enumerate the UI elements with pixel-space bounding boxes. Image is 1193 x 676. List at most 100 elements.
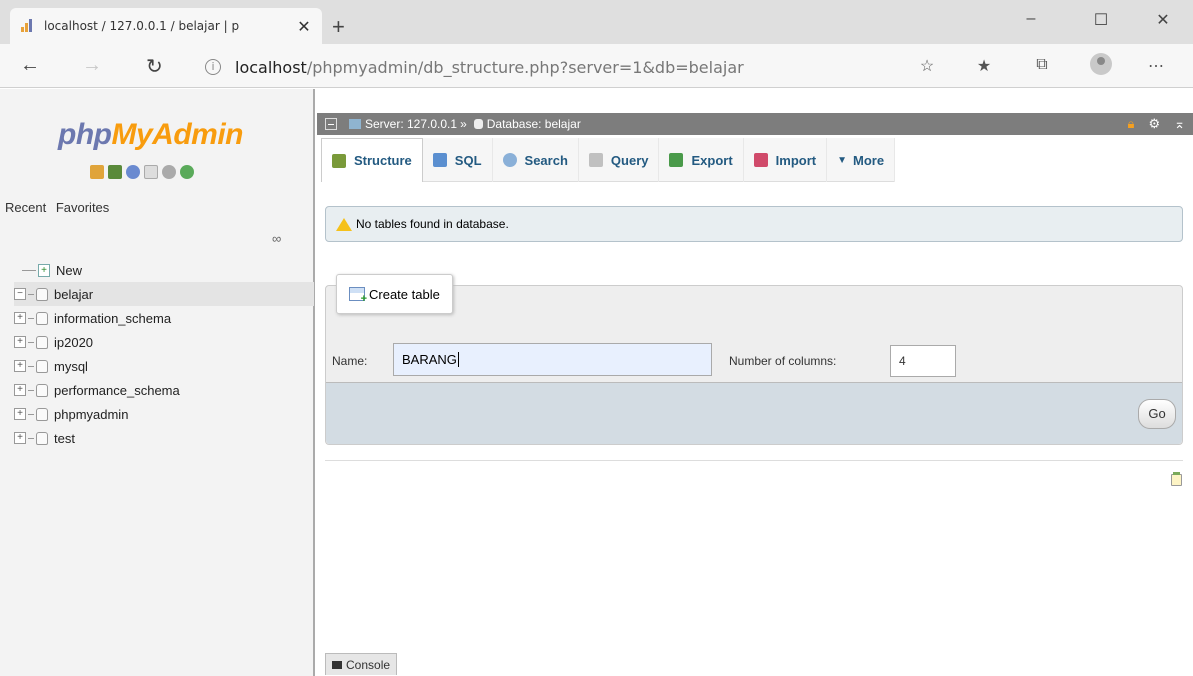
tree-item-label: ip2020 [54, 334, 94, 350]
tab-import[interactable]: Import [744, 138, 828, 182]
tab-label: Export [691, 152, 733, 168]
tab-sql[interactable]: SQL [423, 138, 493, 182]
browser-titlebar: localhost / 127.0.0.1 / belajar | p ✕ + … [0, 0, 1193, 44]
tab-label: Query [610, 152, 649, 168]
database-icon [36, 335, 48, 349]
name-label: Name: [332, 354, 368, 368]
close-window-button[interactable]: ✕ [1140, 10, 1186, 30]
tree-item-mysql[interactable]: + mysql [14, 354, 314, 378]
pin-icon[interactable]: ⌅ [1174, 116, 1185, 132]
expand-icon[interactable]: + [14, 336, 26, 348]
logout-icon[interactable] [108, 165, 122, 179]
collections-icon[interactable]: ⧉ [1030, 56, 1054, 74]
recent-favorites-links: Recent Favorites [5, 200, 115, 215]
structure-icon [332, 153, 346, 168]
add-favorite-star-icon[interactable]: ☆ [915, 56, 939, 76]
db-tabs: Structure SQL Search Query Export Import… [321, 138, 896, 182]
docs-icon[interactable] [144, 165, 158, 179]
tree-item-phpmyadmin[interactable]: + phpmyadmin [14, 402, 314, 426]
breadcrumb: Server: 127.0.0.1 » Database: belajar 🔒︎… [317, 113, 1193, 135]
server-icon [349, 119, 361, 129]
tree-item-label: test [54, 430, 75, 446]
tree-item-ip2020[interactable]: + ip2020 [14, 330, 314, 354]
collapse-panel-icon[interactable] [325, 118, 337, 130]
more-menu-icon[interactable]: ⋯ [1144, 56, 1168, 76]
breadcrumb-actions: 🔒︎ ⚙ ⌅ [1128, 116, 1185, 132]
tree-item-new[interactable]: + New [14, 258, 314, 282]
tab-label: Search [524, 152, 568, 168]
back-arrow-icon[interactable]: ← [20, 54, 40, 77]
refresh-icon[interactable]: ↻ [146, 54, 163, 79]
quick-links [90, 165, 194, 179]
favorites-link[interactable]: Favorites [56, 200, 109, 215]
search-icon [502, 153, 517, 167]
database-icon [473, 119, 483, 129]
url-field[interactable]: i localhost/phpmyadmin/db_structure.php?… [205, 52, 895, 82]
tree-item-belajar[interactable]: − belajar [14, 282, 314, 306]
expand-icon[interactable]: + [14, 384, 26, 396]
tree-item-test[interactable]: + test [14, 426, 314, 450]
main-panel: Server: 127.0.0.1 » Database: belajar 🔒︎… [317, 89, 1193, 676]
tree-connector [28, 341, 34, 343]
profile-avatar[interactable] [1090, 53, 1112, 75]
legend-label: Create table [369, 286, 440, 302]
warning-icon [336, 217, 352, 231]
tab-structure[interactable]: Structure [321, 138, 423, 182]
create-table-legend: Create table [336, 274, 453, 314]
columns-value: 4 [899, 354, 906, 368]
console-icon [332, 660, 342, 669]
expand-icon[interactable]: + [14, 312, 26, 324]
tab-query[interactable]: Query [579, 138, 660, 182]
breadcrumb-server[interactable]: Server: 127.0.0.1 [365, 117, 457, 131]
tree-item-performance-schema[interactable]: + performance_schema [14, 378, 314, 402]
collapse-icon[interactable]: − [14, 288, 26, 300]
divider [325, 460, 1183, 461]
help-icon[interactable] [126, 165, 140, 179]
columns-label: Number of columns: [729, 354, 837, 368]
tree-item-label: performance_schema [54, 382, 180, 398]
phpmyadmin-logo[interactable]: phpMyAdmin [58, 118, 243, 152]
table-name-value: BARANG [402, 352, 457, 367]
tree-connector [28, 317, 34, 319]
page-settings-icon[interactable] [1171, 472, 1182, 486]
tab-label: Structure [354, 153, 412, 168]
close-tab-icon[interactable]: ✕ [296, 17, 312, 36]
notice-message: No tables found in database. [325, 206, 1183, 242]
lock-icon[interactable]: 🔒︎ [1128, 116, 1135, 132]
tree-connector [28, 437, 34, 439]
browser-tab[interactable]: localhost / 127.0.0.1 / belajar | p ✕ [10, 8, 322, 44]
expand-icon[interactable]: + [14, 408, 26, 420]
tab-more[interactable]: ▼ More [827, 138, 896, 182]
recent-link[interactable]: Recent [5, 200, 46, 215]
minimize-button[interactable]: – [1008, 10, 1054, 28]
breadcrumb-separator: » [460, 117, 467, 131]
link-with-main-icon[interactable]: ∞ [272, 231, 281, 246]
tree-item-information-schema[interactable]: + information_schema [14, 306, 314, 330]
forward-arrow-icon[interactable]: → [82, 54, 102, 77]
tab-export[interactable]: Export [659, 138, 744, 182]
new-tab-button[interactable]: + [332, 14, 345, 40]
tab-search[interactable]: Search [493, 138, 579, 182]
breadcrumb-database[interactable]: Database: belajar [487, 117, 581, 131]
go-button[interactable]: Go [1138, 399, 1176, 429]
database-icon [36, 359, 48, 373]
site-info-icon[interactable]: i [205, 59, 221, 75]
tree-connector [28, 293, 34, 295]
tree-item-label: New [56, 262, 83, 278]
settings-icon[interactable] [162, 165, 176, 179]
gear-icon[interactable]: ⚙ [1148, 116, 1160, 132]
home-icon[interactable] [90, 165, 104, 179]
maximize-button[interactable]: ☐ [1078, 10, 1124, 30]
table-name-input[interactable]: BARANG [393, 343, 712, 376]
new-db-icon: + [38, 263, 50, 277]
tab-label: SQL [454, 152, 482, 168]
console-toggle[interactable]: Console [325, 653, 398, 675]
reload-nav-icon[interactable] [180, 165, 194, 179]
expand-icon[interactable]: + [14, 432, 26, 444]
url-path: /phpmyadmin/db_structure.php?server=1&db… [306, 57, 744, 77]
favorites-list-icon[interactable]: ★ [972, 56, 996, 76]
tab-label: Import [775, 152, 817, 168]
number-of-columns-input[interactable]: 4 [890, 345, 956, 377]
expand-icon[interactable]: + [14, 360, 26, 372]
form-footer: Go [326, 382, 1182, 444]
